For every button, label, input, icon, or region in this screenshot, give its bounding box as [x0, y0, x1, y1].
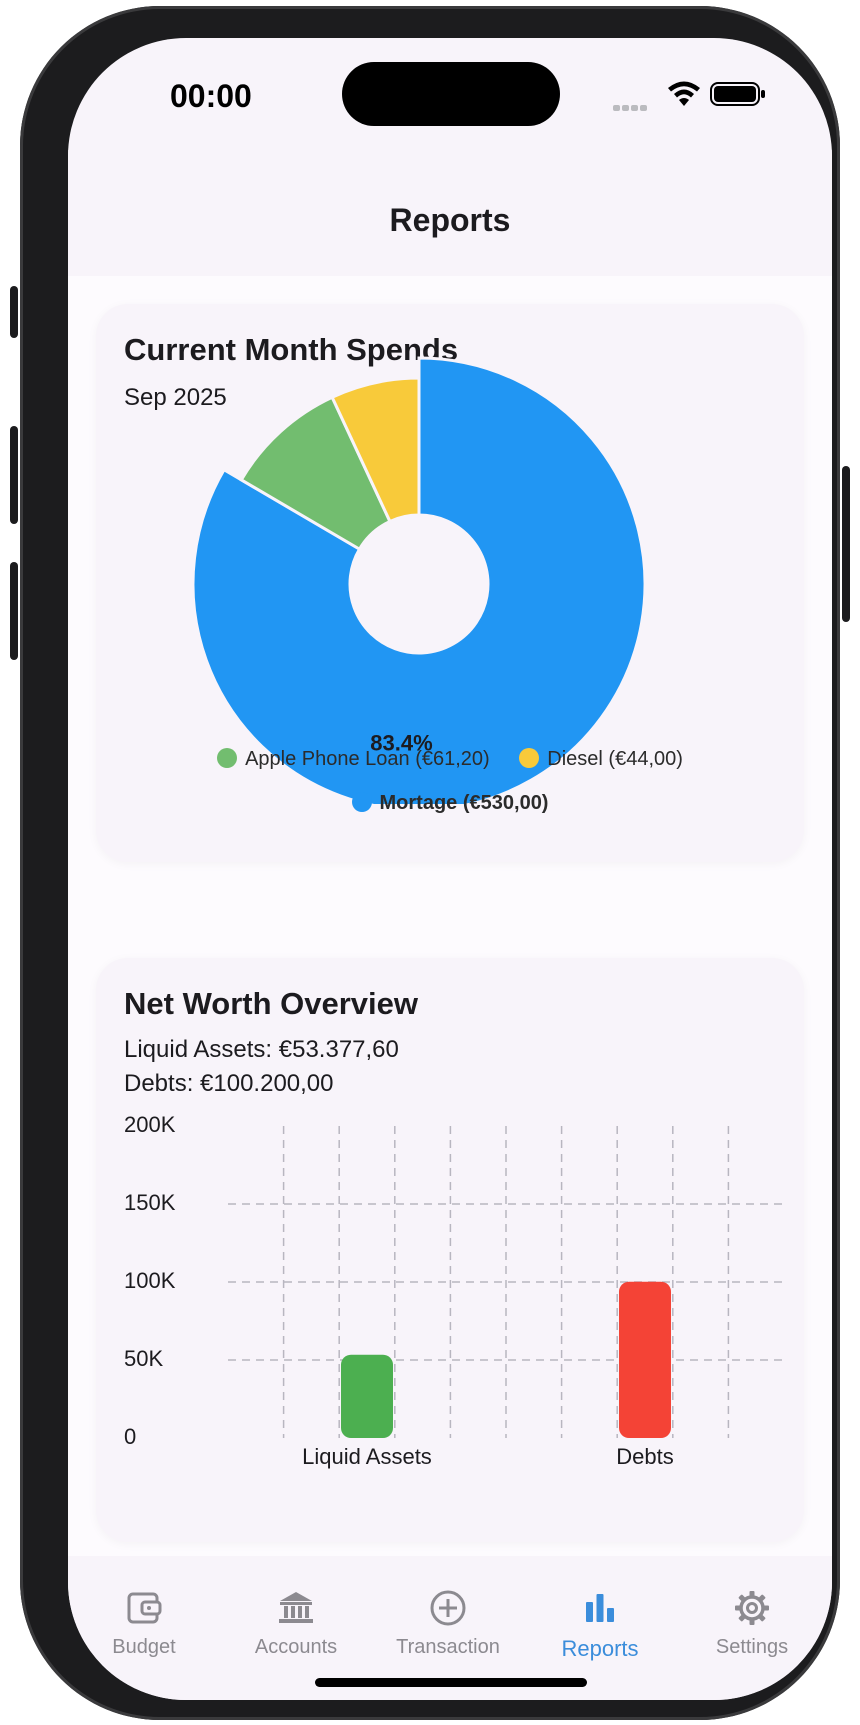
wifi-icon [668, 81, 700, 106]
current-month-spends-card: Current Month Spends Sep 2025 83.4% Appl… [96, 304, 804, 862]
spends-pie-chart[interactable]: 83.4% [96, 344, 804, 804]
liquid-assets-text: Liquid Assets: €53.377,60 [124, 1036, 399, 1063]
bar-debts[interactable] [619, 1281, 671, 1438]
dynamic-island [342, 62, 560, 126]
action-button [10, 286, 18, 338]
bar-chart-icon [586, 1594, 614, 1622]
status-bar: 00:00 [68, 38, 832, 150]
x-tick-label: Liquid Assets [302, 1444, 432, 1469]
legend-label: Diesel (€44,00) [547, 748, 683, 771]
tab-accounts-label: Accounts [254, 1636, 338, 1658]
y-tick-label: 100K [124, 1268, 176, 1293]
tab-reports[interactable]: Reports [524, 1588, 676, 1662]
debts-text: Debts: €100.200,00 [124, 1070, 334, 1097]
tab-settings[interactable]: Settings [676, 1588, 828, 1659]
y-tick-label: 150K [124, 1190, 176, 1215]
tab-accounts[interactable]: Accounts [220, 1588, 372, 1659]
x-tick-label: Debts [616, 1444, 673, 1469]
page-title: Reports [389, 202, 511, 238]
wallet-icon [127, 1592, 162, 1624]
legend-dot-blue [351, 792, 372, 813]
tab-reports-label: Reports [561, 1636, 639, 1661]
pie-legend-row-1: Apple Phone Loan (€61,20) Diesel (€44,00… [96, 748, 804, 771]
legend-label: Mortage (€530,00) [379, 792, 549, 815]
cellular-signal-icon [613, 98, 653, 111]
gear-icon [735, 1591, 769, 1625]
status-time: 00:00 [170, 78, 252, 114]
plus-circle-icon [430, 1590, 466, 1626]
phone-frame: 00:00 Reports Current Month Spends Sep 2… [10, 6, 850, 1720]
nav-header: Reports [68, 150, 832, 276]
volume-down-button [10, 562, 18, 660]
tab-transaction-label: Transaction [396, 1636, 500, 1658]
volume-up-button [10, 426, 18, 524]
pie-legend-row-2: Mortage (€530,00) [96, 792, 804, 815]
tab-transaction[interactable]: Transaction [372, 1588, 524, 1659]
tab-settings-label: Settings [715, 1636, 789, 1658]
networth-card-title: Net Worth Overview [124, 986, 419, 1021]
legend-label: Apple Phone Loan (€61,20) [245, 748, 490, 771]
net-worth-overview-card: Net Worth Overview Liquid Assets: €53.37… [96, 958, 804, 1542]
legend-dot-yellow [519, 748, 540, 769]
tab-budget-label: Budget [112, 1636, 176, 1658]
home-indicator [315, 1678, 587, 1687]
y-tick-label: 200K [124, 1112, 176, 1137]
legend-item-diesel[interactable]: Diesel (€44,00) [519, 748, 683, 771]
screen: 00:00 Reports Current Month Spends Sep 2… [68, 38, 832, 1700]
tab-budget[interactable]: Budget [68, 1588, 220, 1659]
legend-dot-green [217, 748, 238, 769]
bar-liquid-assets[interactable] [341, 1354, 393, 1438]
legend-item-apple-phone-loan[interactable]: Apple Phone Loan (€61,20) [217, 748, 490, 771]
battery-icon [710, 82, 765, 106]
power-button [842, 466, 850, 622]
networth-bar-chart: 0 50K 100K 150K 200K Liquid Assets Debts [124, 1112, 784, 1469]
y-tick-label: 50K [124, 1346, 163, 1371]
y-tick-label: 0 [124, 1424, 136, 1449]
legend-item-mortage[interactable]: Mortage (€530,00) [351, 792, 549, 815]
bank-icon [279, 1592, 313, 1623]
